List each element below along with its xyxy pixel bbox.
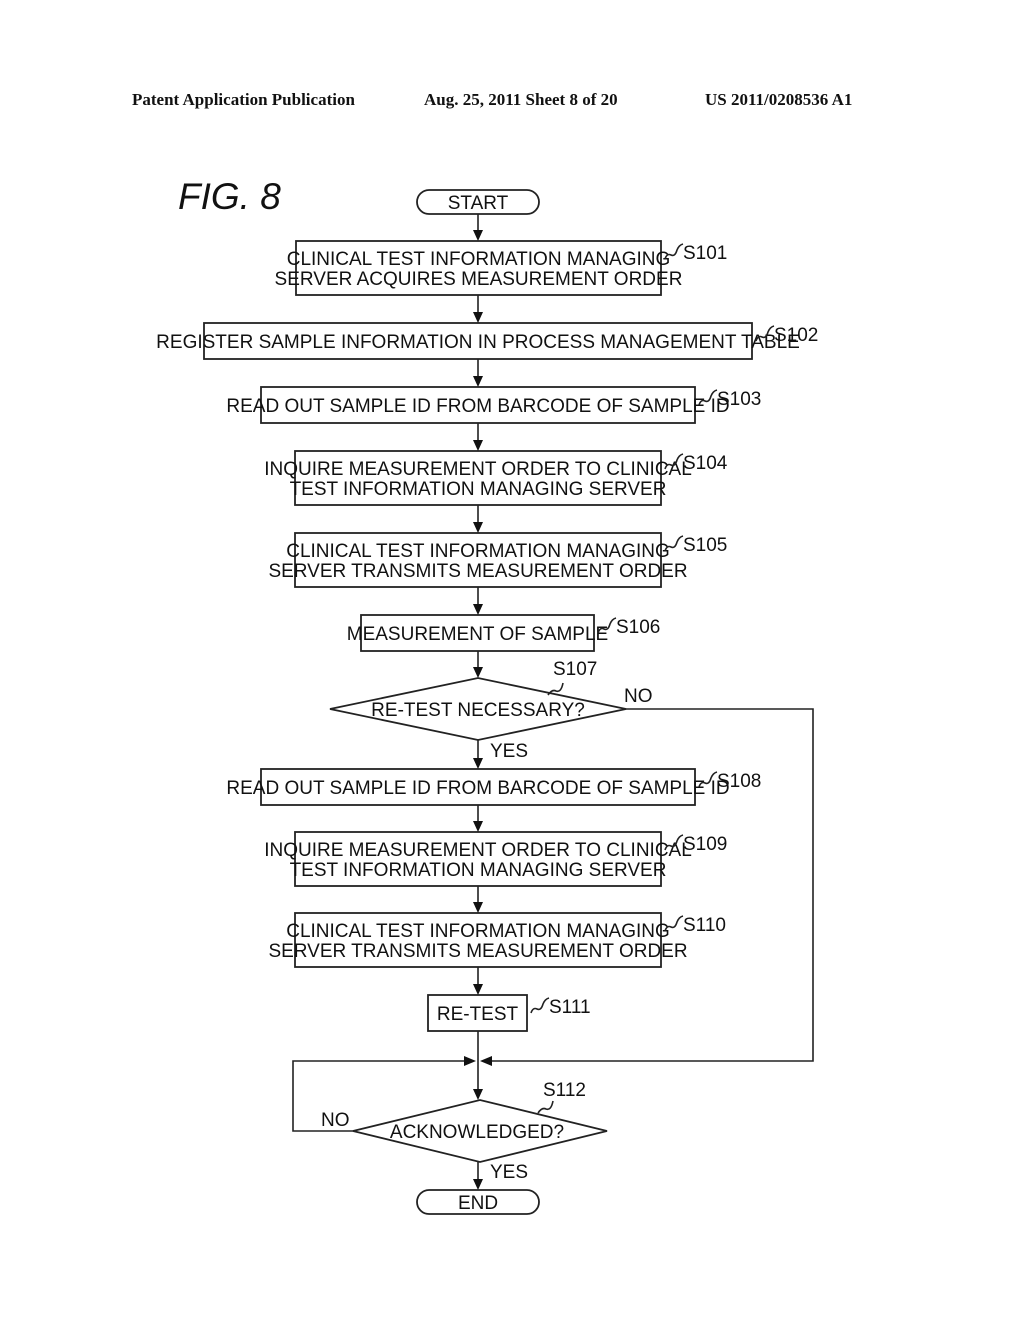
arrowhead-icon <box>473 312 483 323</box>
arrowhead-icon <box>473 604 483 615</box>
step-text-line-2: TEST INFORMATION MANAGING SERVER <box>290 860 667 881</box>
step-text-line-2: SERVER ACQUIRES MEASUREMENT ORDER <box>275 269 683 290</box>
process-step-s105: CLINICAL TEST INFORMATION MANAGINGSERVER… <box>268 532 727 588</box>
arrowhead-icon <box>473 984 483 995</box>
step-text: MEASUREMENT OF SAMPLE <box>347 624 608 645</box>
step-id-label: S111 <box>549 997 591 1018</box>
decision-s112: ACKNOWLEDGED? S112 NO YES <box>321 1080 608 1183</box>
yes-label: YES <box>490 1162 528 1183</box>
process-step-s102: REGISTER SAMPLE INFORMATION IN PROCESS M… <box>156 322 818 360</box>
process-step-s104: INQUIRE MEASUREMENT ORDER TO CLINICALTES… <box>264 450 728 506</box>
arrowhead-icon <box>473 440 483 451</box>
end-label: END <box>458 1193 498 1214</box>
process-step-s103: READ OUT SAMPLE ID FROM BARCODE OF SAMPL… <box>226 386 761 424</box>
process-step-s111: RE-TEST S111 <box>427 994 591 1032</box>
arrowhead-icon <box>473 230 483 241</box>
step-text: RE-TEST <box>437 1004 519 1025</box>
end-terminal: END <box>416 1189 540 1215</box>
no-label: NO <box>321 1110 350 1131</box>
step-id-label: S112 <box>543 1080 586 1101</box>
start-label: START <box>448 193 509 214</box>
step-id-label: S107 <box>553 659 597 680</box>
arrowhead-icon <box>473 667 483 678</box>
arrowhead-icon <box>473 902 483 913</box>
step-id-label: S108 <box>717 771 761 792</box>
arrowhead-icon <box>480 1056 492 1066</box>
process-step-s106: MEASUREMENT OF SAMPLE S106 <box>347 614 660 652</box>
step-id-label: S103 <box>717 389 761 410</box>
step-text: READ OUT SAMPLE ID FROM BARCODE OF SAMPL… <box>226 396 729 417</box>
decision-text: RE-TEST NECESSARY? <box>371 700 585 721</box>
arrowhead-icon <box>473 821 483 832</box>
step-id-label: S110 <box>683 915 726 936</box>
arrowhead-icon <box>473 1179 483 1190</box>
step-id-label: S109 <box>683 834 727 855</box>
arrowhead-icon <box>473 522 483 533</box>
leader-squiggle <box>530 997 550 1014</box>
arrowhead-icon <box>473 376 483 387</box>
process-step-s109: INQUIRE MEASUREMENT ORDER TO CLINICALTES… <box>264 831 727 887</box>
step-id-label: S102 <box>774 325 818 346</box>
step-text-line-2: SERVER TRANSMITS MEASUREMENT ORDER <box>268 561 687 582</box>
step-id-label: S104 <box>683 453 728 474</box>
step-text-line-1: CLINICAL TEST INFORMATION MANAGING <box>287 249 671 270</box>
arrowhead-icon <box>464 1056 476 1066</box>
step-text: READ OUT SAMPLE ID FROM BARCODE OF SAMPL… <box>226 778 729 799</box>
step-text-line-1: INQUIRE MEASUREMENT ORDER TO CLINICAL <box>264 840 692 861</box>
leader-squiggle <box>547 682 564 696</box>
step-id-label: S105 <box>683 535 727 556</box>
arrowhead-icon <box>473 758 483 769</box>
step-id-label: S101 <box>683 243 727 264</box>
step-text-line-1: CLINICAL TEST INFORMATION MANAGING <box>286 921 670 942</box>
decision-text: ACKNOWLEDGED? <box>390 1122 564 1143</box>
process-step-s110: CLINICAL TEST INFORMATION MANAGINGSERVER… <box>268 912 726 968</box>
step-text: REGISTER SAMPLE INFORMATION IN PROCESS M… <box>156 332 800 353</box>
leader-squiggle <box>537 1100 554 1114</box>
step-text-line-2: TEST INFORMATION MANAGING SERVER <box>290 479 667 500</box>
no-label: NO <box>624 686 653 707</box>
step-text-line-1: CLINICAL TEST INFORMATION MANAGING <box>286 541 670 562</box>
arrowhead-icon <box>473 1089 483 1100</box>
step-text-line-2: SERVER TRANSMITS MEASUREMENT ORDER <box>268 941 687 962</box>
process-step-s108: READ OUT SAMPLE ID FROM BARCODE OF SAMPL… <box>226 768 761 806</box>
start-terminal: START <box>416 189 540 215</box>
step-text-line-1: INQUIRE MEASUREMENT ORDER TO CLINICAL <box>264 459 692 480</box>
flowchart: STARTCLINICAL TEST INFORMATION MANAGINGS… <box>156 189 818 1215</box>
decision-s107: RE-TEST NECESSARY? S107 NO YES <box>329 659 653 762</box>
yes-label: YES <box>490 741 528 762</box>
step-id-label: S106 <box>616 617 660 638</box>
process-step-s101: CLINICAL TEST INFORMATION MANAGINGSERVER… <box>275 240 727 296</box>
